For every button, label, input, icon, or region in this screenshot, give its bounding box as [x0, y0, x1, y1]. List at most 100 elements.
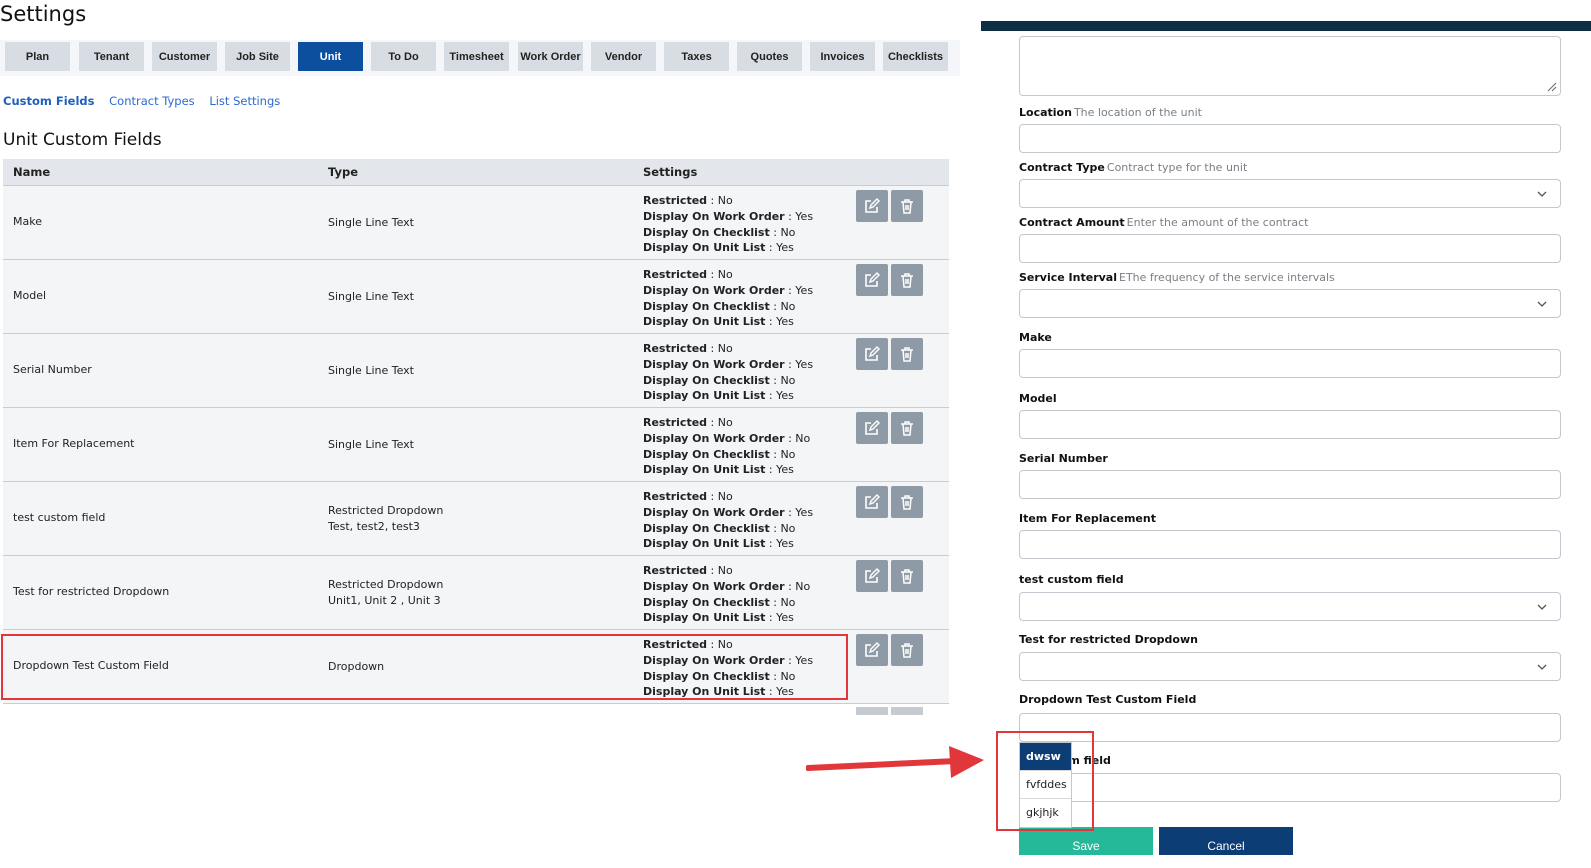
location-input[interactable]: [1019, 124, 1561, 153]
field-name: Serial Number: [13, 363, 92, 376]
tab-work-order[interactable]: Work Order: [518, 42, 583, 71]
settings-panel: Settings Plan Tenant Customer Job Site U…: [0, 0, 960, 715]
setting-restricted: No: [717, 268, 733, 281]
delete-button[interactable]: [891, 190, 923, 222]
field-label-model: Model: [1019, 392, 1057, 405]
chevron-down-icon: [1537, 604, 1547, 610]
field-name: Test for restricted Dropdown: [13, 585, 170, 598]
field-type: Single Line Text: [328, 364, 414, 377]
column-header-type: Type: [328, 165, 359, 179]
field-label-location: Location The location of the unit: [1019, 106, 1202, 119]
field-type-cell: Restricted Dropdown Test, test2, test3: [328, 503, 443, 535]
row-actions: [856, 560, 926, 592]
dropdown-test-custom-field-input[interactable]: [1019, 713, 1561, 742]
tab-unit[interactable]: Unit: [298, 42, 363, 71]
setting-checklist: No: [780, 225, 796, 239]
field-options: Test, test2, test3: [328, 520, 420, 533]
setting-work-order: Yes: [795, 283, 814, 297]
field-label-test-custom-field: test custom field: [1019, 573, 1124, 586]
field-settings: Restricted : No Display On Work Order : Y…: [643, 490, 814, 551]
resize-handle-icon[interactable]: [1547, 82, 1557, 92]
tab-vendor[interactable]: Vendor: [591, 42, 656, 71]
cancel-button[interactable]: Cancel: [1159, 827, 1293, 855]
tab-tenant[interactable]: Tenant: [79, 42, 144, 71]
service-interval-select[interactable]: [1019, 289, 1561, 318]
contract-amount-input[interactable]: [1019, 234, 1561, 263]
edit-button[interactable]: [856, 560, 888, 592]
row-actions: [856, 264, 926, 296]
setting-unit-list: Yes: [776, 315, 794, 329]
table-row-model: Model Single Line Text Restricted : No Disp…: [3, 259, 949, 333]
setting-work-order: No: [795, 431, 811, 445]
edit-button[interactable]: [856, 486, 888, 518]
contract-type-select[interactable]: [1019, 179, 1561, 208]
delete-button[interactable]: [891, 486, 923, 518]
setting-unit-list: Yes: [776, 389, 794, 403]
model-input[interactable]: [1019, 410, 1561, 439]
setting-checklist: No: [780, 299, 796, 313]
field-label-test-for-restricted-dropdown: Test for restricted Dropdown: [1019, 633, 1198, 646]
delete-button[interactable]: [891, 634, 923, 666]
field-type: Single Line Text: [328, 290, 414, 303]
edit-button[interactable]: [856, 412, 888, 444]
row-actions: [856, 190, 926, 222]
field-type: Restricted Dropdown: [328, 578, 444, 591]
setting-checklist: No: [780, 595, 796, 609]
edit-button[interactable]: [856, 190, 888, 222]
edit-button[interactable]: [856, 634, 888, 666]
section-title: Unit Custom Fields: [3, 130, 162, 150]
field-type-cell: Restricted Dropdown Unit1, Unit 2 , Unit …: [328, 577, 443, 609]
subtab-custom-fields[interactable]: Custom Fields: [3, 94, 94, 108]
delete-button[interactable]: [891, 560, 923, 592]
table-row-serial-number: Serial Number Single Line Text Restricted …: [3, 333, 949, 407]
field-label-serial-number: Serial Number: [1019, 452, 1108, 465]
serial-number-input[interactable]: [1019, 470, 1561, 499]
tab-job-site[interactable]: Job Site: [225, 42, 290, 71]
row-actions: [856, 338, 926, 370]
test-for-restricted-dropdown-select[interactable]: [1019, 652, 1561, 681]
table-body: Make Single Line Text Restricted : No Displ…: [3, 185, 949, 703]
delete-button[interactable]: [891, 412, 923, 444]
delete-button[interactable]: [891, 338, 923, 370]
tab-customer[interactable]: Customer: [152, 42, 217, 71]
highlight-box-row: [1, 634, 848, 700]
delete-button[interactable]: [891, 264, 923, 296]
tab-to-do[interactable]: To Do: [371, 42, 436, 71]
field-settings: Restricted : No Display On Work Order : Y…: [643, 194, 814, 255]
tab-taxes[interactable]: Taxes: [664, 42, 729, 71]
setting-checklist: No: [780, 447, 796, 461]
ct-custom-field-input[interactable]: [1019, 773, 1561, 802]
setting-work-order: Yes: [795, 357, 814, 371]
tab-plan[interactable]: Plan: [5, 42, 70, 71]
edit-button[interactable]: [856, 264, 888, 296]
column-header-name: Name: [13, 165, 51, 179]
item-for-replacement-input[interactable]: [1019, 530, 1561, 559]
subtab-list-settings[interactable]: List Settings: [209, 94, 280, 108]
field-options: Unit1, Unit 2 , Unit 3: [328, 594, 441, 607]
save-button[interactable]: Save: [1019, 827, 1153, 855]
table-row-make: Make Single Line Text Restricted : No Displ…: [3, 185, 949, 259]
tab-checklists[interactable]: Checklists: [883, 42, 948, 71]
table-row-partial: [3, 703, 949, 715]
subtab-contract-types[interactable]: Contract Types: [109, 94, 195, 108]
field-label-make: Make: [1019, 331, 1052, 344]
tab-timesheet[interactable]: Timesheet: [444, 42, 509, 71]
field-label-contract-type: Contract Type Contract type for the unit: [1019, 161, 1248, 174]
field-type-cell: Single Line Text: [328, 363, 414, 379]
test-custom-field-select[interactable]: [1019, 592, 1561, 621]
edit-button[interactable]: [856, 338, 888, 370]
field-type: Single Line Text: [328, 438, 414, 451]
custom-fields-table: Name Type Settings Make Single Line Text R…: [3, 159, 949, 715]
field-hint: The location of the unit: [1073, 106, 1202, 119]
field-name: Make: [13, 215, 42, 228]
modal-header-bar: [981, 21, 1591, 31]
table-row-test-custom-field: test custom field Restricted Dropdown Test…: [3, 481, 949, 555]
chevron-down-icon: [1537, 664, 1547, 670]
tab-invoices[interactable]: Invoices: [810, 42, 875, 71]
field-label-dropdown-test-custom-field: Dropdown Test Custom Field: [1019, 693, 1197, 706]
tab-quotes[interactable]: Quotes: [737, 42, 802, 71]
notes-textarea[interactable]: [1019, 36, 1561, 96]
setting-work-order: Yes: [795, 209, 814, 223]
chevron-down-icon: [1537, 191, 1547, 197]
make-input[interactable]: [1019, 349, 1561, 378]
